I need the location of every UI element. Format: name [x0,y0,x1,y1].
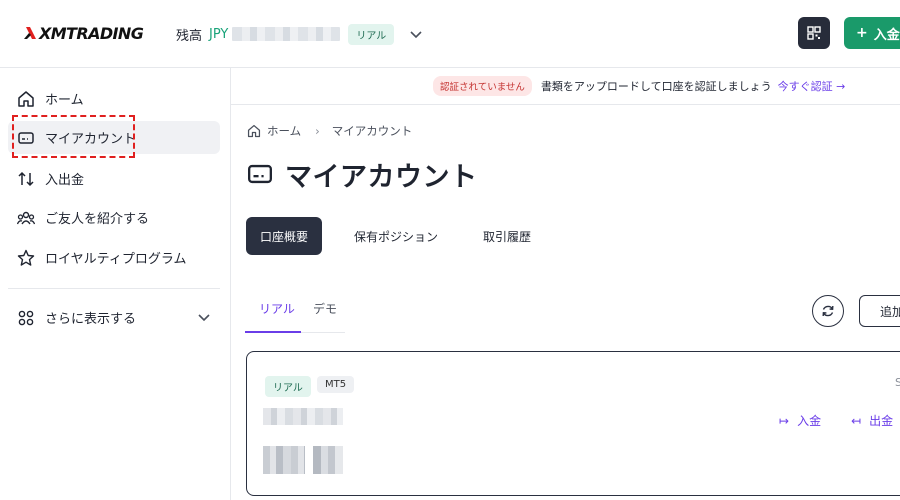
refresh-button[interactable] [812,295,844,327]
grid-icon [16,308,36,328]
logo-text: XMTRADING [39,23,144,43]
sidebar-item-deposit-withdraw[interactable]: 入出金 [8,162,220,195]
notice-text: 書類をアップロードして口座を認証しましょう [540,80,772,93]
qr-code-icon [807,26,821,40]
subtab-real[interactable]: リアル [259,300,295,320]
tab-account-overview[interactable]: 口座概要 [246,217,322,255]
add-account-button[interactable]: 追加 [859,295,900,327]
sidebar-item-home[interactable]: ホーム [8,82,220,115]
breadcrumb-home[interactable]: ホーム [267,123,301,139]
subtab-demo[interactable]: デモ [313,300,337,320]
account-balance-redacted [313,446,343,474]
deposit-button-label: 入金 [873,27,900,43]
card-icon [248,164,272,184]
subtab-track [301,332,345,333]
transfer-icon [16,169,36,189]
account-balance-redacted [263,446,305,474]
xm-logo[interactable]: XMTRADING [24,22,144,44]
annotation-highlight-box [12,115,135,158]
subtab-label: デモ [313,302,338,316]
arrow-right-bar-icon: ↦ [779,413,790,428]
chevron-right-icon: › [315,124,320,138]
tab-label: 取引履歴 [482,229,531,244]
card-deposit-link[interactable]: ↦ 入金 [779,412,821,429]
chevron-down-icon[interactable] [408,26,424,42]
balance-display[interactable]: 残高 JPY リアル [176,23,424,45]
tab-trade-history[interactable]: 取引履歴 [472,217,542,255]
top-header: XMTRADING 残高 JPY リアル + 入金 [0,0,900,68]
subtab-label: リアル [259,302,295,316]
refresh-icon [822,305,834,317]
sidebar-item-label: ロイヤルティプログラム [45,252,187,267]
sidebar-item-loyalty[interactable]: ロイヤルティプログラム [8,241,220,274]
home-icon [16,89,36,109]
sidebar-item-referral[interactable]: ご友人を紹介する [8,201,220,234]
card-withdraw-label: 出金 [869,414,894,428]
card-deposit-label: 入金 [797,414,822,428]
star-icon [16,248,36,268]
balance-currency: JPY [209,26,229,42]
platform-tag: MT5 [317,376,355,393]
home-icon[interactable] [247,124,261,138]
breadcrumb-current: マイアカウント [331,124,413,138]
tab-label: 保有ポジション [353,229,438,244]
page-title: マイアカウント [247,155,478,193]
breadcrumb: ホーム › マイアカウント [247,122,412,140]
show-more-label: さらに表示する [45,312,137,327]
users-icon [16,208,36,228]
qr-code-button[interactable] [798,17,830,49]
sidebar-item-label: ご友人を紹介する [45,212,150,227]
sidebar-item-label: ホーム [45,93,84,108]
subtab-active-indicator [245,331,301,333]
logo-mark-icon [24,27,36,39]
chevron-down-icon [198,314,210,322]
card-corner-text: S [895,376,900,389]
account-number-redacted [263,408,343,425]
tab-label: 口座概要 [259,229,308,244]
add-button-label: 追加 [880,304,900,319]
sidebar-item-show-more[interactable]: さらに表示する [8,301,220,334]
balance-amount-redacted [232,27,341,41]
verification-notice: 認証されていません 書類をアップロードして口座を認証しましょう 今すぐ認証 → [231,68,900,105]
deposit-button[interactable]: + 入金 [844,17,900,49]
sidebar-item-label: 入出金 [45,173,85,188]
sidebar-divider [8,288,220,289]
verify-now-link[interactable]: 今すぐ認証 → [778,78,846,94]
page-title-text: マイアカウント [285,161,478,193]
balance-label: 残高 [176,28,203,44]
account-type-tag: リアル [265,376,311,397]
tab-open-positions[interactable]: 保有ポジション [348,217,444,255]
account-type-badge: リアル [348,23,395,45]
arrow-left-bar-icon: ↤ [851,413,862,428]
plus-icon: + [856,25,868,41]
card-withdraw-link[interactable]: ↤ 出金 [851,412,893,429]
unverified-badge: 認証されていません [433,76,532,96]
account-card[interactable]: リアル MT5 S ↦ 入金 ↤ 出金 [246,351,900,496]
